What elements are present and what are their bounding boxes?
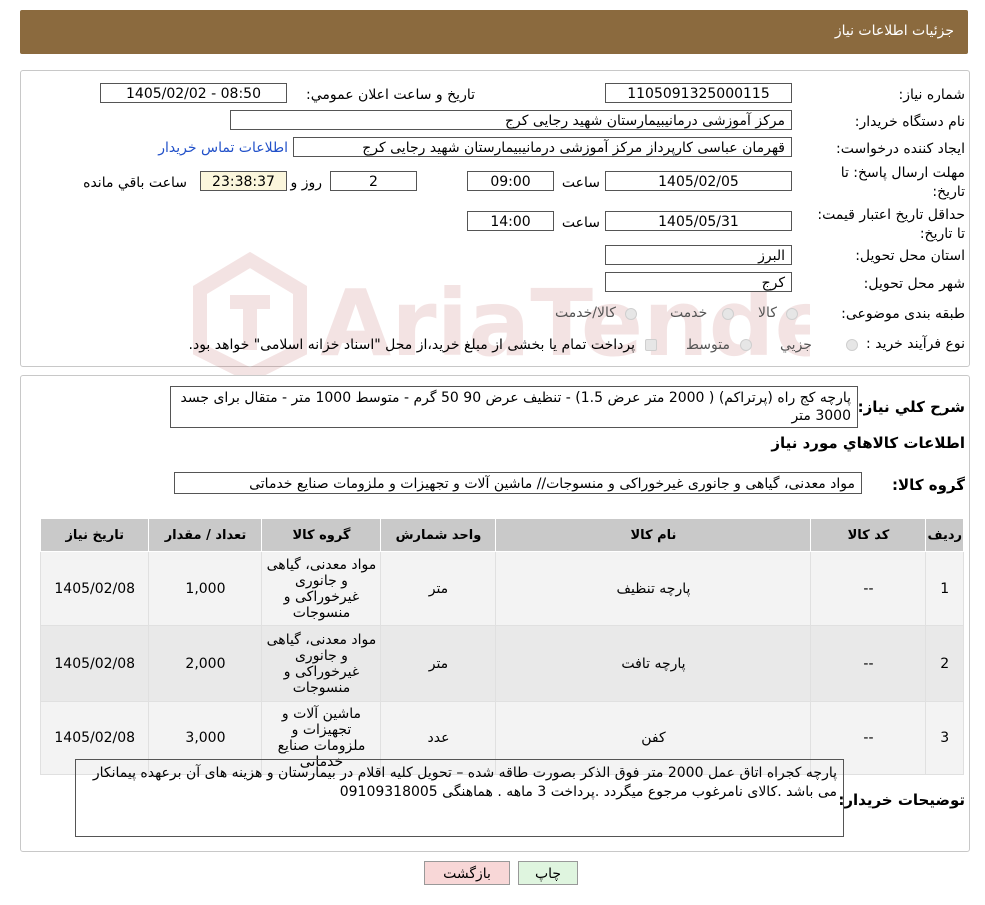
table-header-row: ردیف کد کالا نام کالا واحد شمارش گروه کا… <box>39 518 964 552</box>
category-radio-goods-service[interactable] <box>625 308 637 320</box>
province-label: استان محل تحویل: <box>855 248 965 264</box>
process-minor-label: جزیي <box>780 337 812 353</box>
province-field: البرز <box>605 245 792 265</box>
cell-row: 3 <box>925 701 964 775</box>
summary-label: شرح کلي نیاز: <box>857 398 965 416</box>
print-button[interactable]: چاپ <box>518 861 578 885</box>
process-label: نوع فرآیند خرید : <box>866 336 965 352</box>
cell-date: 1405/02/08 <box>39 551 150 626</box>
cell-qty: 2,000 <box>148 625 263 702</box>
process-medium-label: متوسط <box>686 337 730 353</box>
city-label: شهر محل تحویل: <box>863 276 965 292</box>
page-title: جزئیات اطلاعات نیاز <box>834 23 954 39</box>
cell-code: -- <box>810 551 927 626</box>
goods-group-field: مواد معدنی، گیاهی و جانوری غیرخوراکی و م… <box>174 472 862 494</box>
col-name: نام کالا <box>495 518 812 552</box>
col-date: تاریخ نیاز <box>39 518 150 552</box>
announce-label: تاریخ و ساعت اعلان عمومي: <box>306 87 475 103</box>
cell-code: -- <box>810 625 927 702</box>
remaining-label: ساعت باقي مانده <box>83 175 187 191</box>
cell-qty: 1,000 <box>148 551 263 626</box>
items-table: ردیف کد کالا نام کالا واحد شمارش گروه کا… <box>39 518 964 775</box>
goods-group-label: گروه کالا: <box>892 476 965 494</box>
cell-name: پارچه تافت <box>495 625 812 702</box>
page-header: جزئیات اطلاعات نیاز <box>20 10 968 54</box>
summary-field: پارچه کج راه (پرتراکم) ( 2000 متر عرض 1.… <box>170 386 858 428</box>
validity-time-field: 14:00 <box>467 211 554 231</box>
cell-unit: متر <box>380 625 497 702</box>
col-unit: واحد شمارش <box>380 518 497 552</box>
deadline-date-field: 1405/02/05 <box>605 171 792 191</box>
deadline-time-label: ساعت <box>561 175 600 191</box>
cell-group: مواد معدنی، گیاهی و جانوری غیرخوراکی و م… <box>261 625 382 702</box>
process-note: پرداخت تمام یا بخشی از مبلغ خرید،از محل … <box>188 337 635 353</box>
announce-field: 1405/02/02 - 08:50 <box>100 83 287 103</box>
table-row: 2 -- پارچه تافت متر مواد معدنی، گیاهی و … <box>39 625 964 702</box>
cell-row: 1 <box>925 551 964 626</box>
creator-label: ایجاد کننده درخواست: <box>836 141 965 157</box>
category-goods-service-label: کالا/خدمت <box>555 305 616 321</box>
goods-info-title: اطلاعات کالاهاي مورد نیاز <box>771 434 965 452</box>
deadline-time-field: 09:00 <box>467 171 554 191</box>
cell-name: پارچه تنظیف <box>495 551 812 626</box>
category-radio-service[interactable] <box>722 308 734 320</box>
days-label: روز و <box>290 175 323 191</box>
remaining-time-field: 23:38:37 <box>200 171 287 191</box>
validity-label: حداقل تاریخ اعتبار قیمت: تا تاریخ: <box>817 207 965 242</box>
cell-date: 1405/02/08 <box>39 625 150 702</box>
buyer-contact-link[interactable]: اطلاعات تماس خریدار <box>158 140 288 156</box>
deadline-label: مهلت ارسال پاسخ: تا تاریخ: <box>840 165 965 200</box>
process-radio-medium[interactable] <box>740 339 752 351</box>
city-field: کرج <box>605 272 792 292</box>
cell-group: مواد معدنی، گیاهی و جانوری غیرخوراکی و م… <box>261 551 382 626</box>
buyer-notes-field: پارچه کجراه اتاق عمل 2000 متر فوق الذکر … <box>75 759 844 837</box>
buyer-field: مرکز آموزشی درمانیبیمارستان شهید رجایی ک… <box>230 110 792 130</box>
col-code: کد کالا <box>810 518 927 552</box>
need-number-label: شماره نیاز: <box>898 87 966 103</box>
validity-time-label: ساعت <box>561 215 600 231</box>
days-field: 2 <box>330 171 417 191</box>
cell-unit: متر <box>380 551 497 626</box>
need-number-field: 1105091325000115 <box>605 83 792 103</box>
col-qty: تعداد / مقدار <box>148 518 263 552</box>
table-row: 1 -- پارچه تنظیف متر مواد معدنی، گیاهی و… <box>39 551 964 626</box>
category-radio-goods[interactable] <box>786 308 798 320</box>
category-label: طبقه بندی موضوعی: <box>841 306 965 322</box>
buyer-label: نام دستگاه خریدار: <box>854 114 965 130</box>
creator-field: قهرمان عباسی کارپرداز مرکز آموزشی درمانی… <box>293 137 792 157</box>
col-row: ردیف <box>925 518 964 552</box>
cell-row: 2 <box>925 625 964 702</box>
col-group: گروه کالا <box>261 518 382 552</box>
category-service-label: خدمت <box>670 305 708 321</box>
back-button[interactable]: بازگشت <box>424 861 510 885</box>
category-goods-label: کالا <box>758 305 777 321</box>
process-radio-minor[interactable] <box>846 339 858 351</box>
process-checkbox-treasury[interactable] <box>645 339 657 351</box>
buyer-notes-label: توضیحات خریدار: <box>838 791 965 809</box>
validity-date-field: 1405/05/31 <box>605 211 792 231</box>
